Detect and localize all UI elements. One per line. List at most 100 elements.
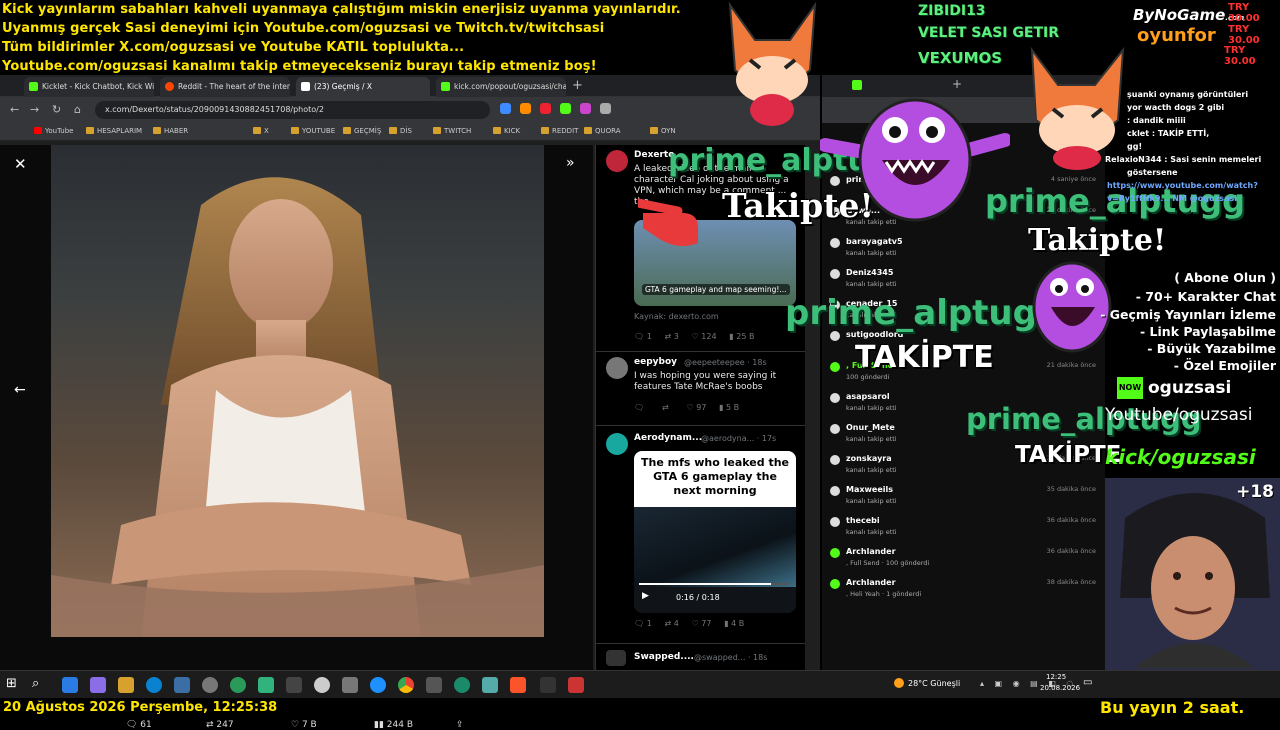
app-icon[interactable] (230, 677, 246, 693)
youtube-handle: Youtube/oguzsasi (1105, 405, 1253, 425)
bookmark-haber[interactable]: HABER (153, 127, 188, 135)
tab-reddit[interactable]: Reddit - The heart of the intern... (160, 77, 290, 97)
bookmark-kick[interactable]: KICK (493, 127, 520, 135)
chat-message[interactable]: thecebi kanalı takip etti 36 dakika önce (826, 516, 1096, 546)
app-icon[interactable] (342, 677, 358, 693)
avatar (606, 150, 628, 172)
top-name-2: VELET SASI GETIR (918, 25, 1059, 41)
app-icon[interactable] (568, 677, 584, 693)
right-chat-line: : dandik miiii (1127, 116, 1186, 125)
tab-x-history[interactable]: (23) Geçmiş / X (296, 77, 430, 97)
app-icon[interactable] (202, 677, 218, 693)
tweet-actions[interactable]: 🗨 1 ⇄ 4 ♡ 77 ▮ 4 B (634, 619, 804, 628)
bookmark-youtube-folder[interactable]: YOUTUBE (291, 127, 335, 135)
promo-item-5: - Özel Emojiler (1173, 358, 1276, 373)
reload-icon[interactable]: ↻ (52, 103, 61, 116)
home-icon[interactable]: ⌂ (74, 103, 81, 116)
clock-time[interactable]: 12:25 (1046, 673, 1066, 681)
app-icon[interactable] (314, 677, 330, 693)
bookmark-hesaplarim[interactable]: HESAPLARIM (86, 127, 142, 135)
forward-icon[interactable]: → (30, 103, 39, 116)
app-icon[interactable] (540, 677, 556, 693)
photo-view-count[interactable]: ▮▮ 244 B (374, 720, 413, 730)
chat-username[interactable]: Onur_Mete (846, 423, 895, 432)
app-icon[interactable] (454, 677, 470, 693)
app-icon[interactable] (62, 677, 78, 693)
bookmark-x[interactable]: X (253, 127, 269, 135)
tweet-actions[interactable]: 🗨 1 ⇄ 3 ♡ 124 ▮ 25 B (634, 332, 804, 341)
edge-icon[interactable] (146, 677, 162, 693)
promo-item-2: - Geçmiş Yayınları İzleme (1100, 307, 1276, 322)
start-icon[interactable]: ⊞ (6, 676, 22, 692)
chat-username[interactable]: barayagatv5 (846, 237, 903, 246)
fox-sticker-icon (728, 1, 817, 126)
right-overlay-panel: şuanki oynanış görüntüleri yor wacth dogs… (1100, 0, 1280, 670)
app-icon[interactable] (370, 677, 386, 693)
bookmark-quora[interactable]: QUORA (584, 127, 621, 135)
search-icon[interactable]: ⌕ (32, 676, 48, 692)
windows-taskbar: ⊞ ⌕ 28°C Güneşli ▴ ▣ ◉ ▤ ◧ ◌ 12:25 20.08… (0, 670, 1280, 698)
url-input[interactable]: x.com/Dexerto/status/2090091430882451708… (95, 101, 490, 119)
folder-icon[interactable] (118, 677, 134, 693)
chat-message[interactable]: Maxweeils kanalı takip etti 35 dakika önce (826, 485, 1096, 515)
chat-message[interactable]: Archlander , Heli Yeah · 1 gönderdi 38 dak… (826, 578, 1096, 608)
close-icon[interactable]: ✕ (14, 155, 27, 173)
right-chat-line: https://www.youtube.com/watch? (1107, 181, 1258, 190)
kick-icon (830, 548, 840, 558)
datetime-overlay: 20 Ağustos 2026 Perşembe, 12:25:38 (3, 700, 278, 715)
bookmark-gecmis[interactable]: GEÇMİŞ (343, 127, 381, 135)
chat-username[interactable]: asapsarol (846, 392, 890, 401)
new-tab-button[interactable]: + (572, 78, 583, 93)
tweet-photo[interactable] (51, 145, 544, 637)
webcam-person-illustration (1105, 478, 1280, 670)
kick-handle: kick/oguzsasi (1105, 445, 1256, 469)
app-icon[interactable] (426, 677, 442, 693)
chrome-icon[interactable] (398, 677, 414, 693)
previous-photo-icon[interactable]: ← (14, 382, 26, 398)
bookmark-reddit[interactable]: REDDIT (541, 127, 578, 135)
chat-timestamp: 38 dakika önce (1046, 578, 1096, 586)
chat-username[interactable]: zonskayra (846, 454, 892, 463)
chat-username[interactable]: Deniz4345 (846, 268, 893, 277)
tab-kick-chat[interactable]: kick.com/popout/oguzsasi/chat (436, 77, 566, 97)
bookmark-oyn[interactable]: OYN (650, 127, 676, 135)
brave-icon[interactable] (510, 677, 526, 693)
app-icon[interactable] (286, 677, 302, 693)
notification-icon[interactable]: ▭ (1083, 677, 1092, 688)
photo-repost-count[interactable]: ⇄ 247 (206, 720, 234, 730)
bookmark-twitch[interactable]: TWITCH (433, 127, 471, 135)
chat-username[interactable]: Archlander (846, 547, 896, 556)
back-icon[interactable]: ← (10, 103, 19, 116)
stream-duration: Bu yayın 2 saat. (1100, 698, 1245, 717)
chat-username[interactable]: thecebi (846, 516, 880, 525)
app-icon[interactable] (174, 677, 190, 693)
now-badge: NOW (1117, 377, 1143, 399)
share-icon[interactable]: ⇪ (456, 720, 464, 730)
tab-kicklet[interactable]: Kicklet - Kick Chatbot, Kick Wi... (24, 77, 154, 97)
user-icon (830, 393, 840, 403)
user-icon (830, 238, 840, 248)
weather-icon[interactable] (894, 678, 904, 688)
bookmark-dis[interactable]: DİS (389, 127, 412, 135)
chat-username[interactable]: Maxweeils (846, 485, 893, 494)
app-icon[interactable] (90, 677, 106, 693)
user-icon (830, 455, 840, 465)
tweet-actions[interactable]: 🗨 ⇄ ♡ 97 ▮ 5 B (634, 403, 804, 412)
photo-viewer: ✕ » ← 🗨 61 ⇄ 247 ♡ 7 B ▮▮ 244 B ⇪ (0, 145, 593, 730)
weather-text[interactable]: 28°C Güneşli (908, 679, 960, 688)
clock-date[interactable]: 20.08.2026 (1040, 684, 1080, 692)
expand-panel-icon[interactable]: » (566, 155, 575, 171)
photo-reply-count[interactable]: 🗨 61 (126, 720, 152, 730)
chat-event-text: , Full Send · 100 gönderdi (846, 559, 930, 567)
chat-message[interactable]: Archlander , Full Send · 100 gönderdi 36 d… (826, 547, 1096, 577)
video-player[interactable]: The mfs who leaked the GTA 6 gameplay th… (634, 451, 796, 613)
app-icon[interactable] (258, 677, 274, 693)
bookmarks-bar: YouTube HESAPLARIM HABER X YOUTUBE GEÇMİ… (0, 123, 820, 141)
promo-title: ( Abone Olun ) (1174, 270, 1276, 285)
video-frame (634, 507, 796, 587)
photo-like-count[interactable]: ♡ 7 B (291, 720, 317, 730)
app-icon[interactable] (482, 677, 498, 693)
bookmark-youtube[interactable]: YouTube (34, 127, 73, 135)
play-icon[interactable]: ▶ (642, 591, 649, 601)
chat-username[interactable]: Archlander (846, 578, 896, 587)
